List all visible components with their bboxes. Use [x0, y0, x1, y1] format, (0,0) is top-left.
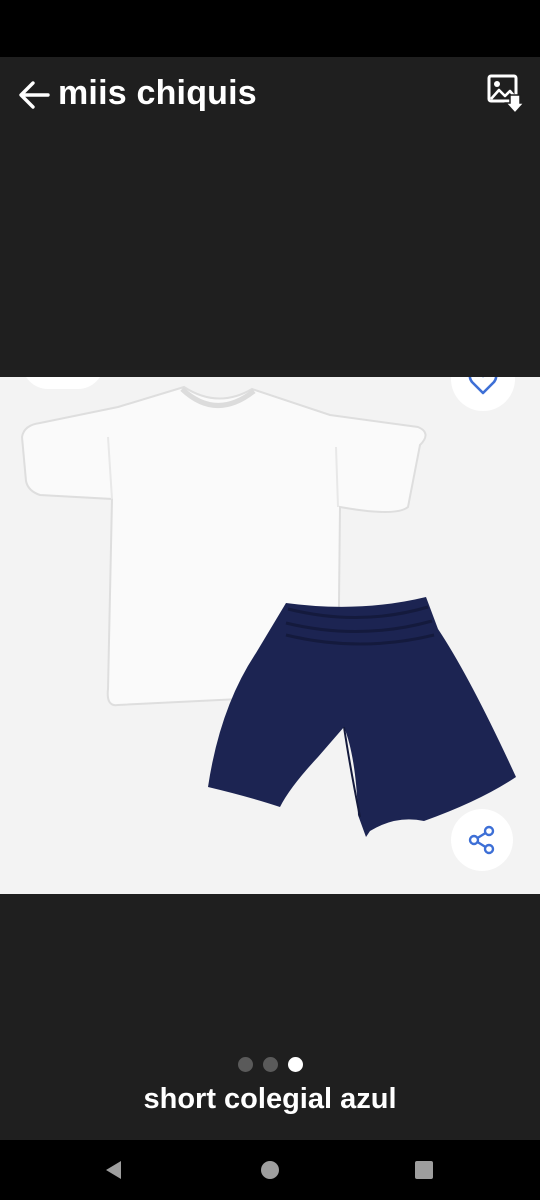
save-image-button[interactable] [484, 71, 528, 117]
nav-home-button[interactable] [253, 1153, 287, 1187]
arrow-left-icon [19, 81, 50, 109]
image-viewer[interactable] [0, 377, 540, 894]
save-image-icon [487, 74, 526, 115]
product-image [20, 385, 516, 837]
triangle-back-icon [106, 1161, 121, 1179]
page-dot[interactable] [262, 1057, 278, 1072]
back-button[interactable] [14, 75, 54, 115]
page-dot[interactable] [237, 1057, 253, 1072]
app-header: miis chiquis [0, 57, 540, 137]
circle-home-icon [261, 1161, 279, 1179]
nav-back-button[interactable] [97, 1153, 131, 1187]
nav-recents-button[interactable] [407, 1153, 441, 1187]
share-button[interactable] [451, 809, 513, 871]
page-dot-active[interactable] [287, 1057, 303, 1072]
share-icon [468, 825, 495, 855]
image-caption: short colegial azul [143, 1083, 397, 1115]
square-recents-icon [415, 1161, 433, 1179]
image-pagination [0, 1057, 540, 1075]
system-nav-bar [0, 1140, 540, 1200]
status-bar [0, 0, 540, 57]
heart-icon [468, 377, 498, 395]
chat-title: miis chiquis [58, 74, 257, 112]
